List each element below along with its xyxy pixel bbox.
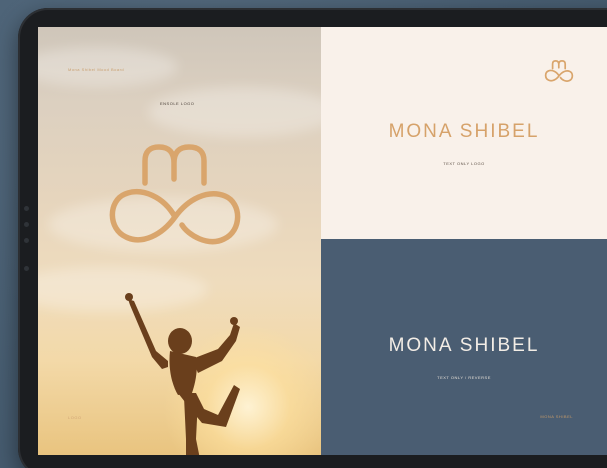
showcase-backdrop: Mona Shibel Mood Board ENSOLE LOGO LOGO … <box>0 0 607 468</box>
photo-footer-text: LOGO <box>68 415 82 420</box>
yoga-silhouette-photo <box>125 293 240 455</box>
tablet-side-dot <box>24 222 29 227</box>
right-column: MONA SHIBEL TEXT ONLY LOGO MONA SHIBEL T… <box>321 27 607 455</box>
tablet-side-dot <box>24 238 29 243</box>
brand-name-light: MONA SHIBEL <box>388 121 540 142</box>
photo-header-text: Mona Shibel Mood Board <box>68 67 125 72</box>
tablet-screen: Mona Shibel Mood Board ENSOLE LOGO LOGO … <box>38 27 607 455</box>
tablet-side-dot <box>24 206 29 211</box>
text-logo-caption: TEXT ONLY LOGO <box>443 161 485 166</box>
mona-monogram-icon <box>109 144 241 245</box>
tablet-side-dot <box>24 266 29 271</box>
brand-name-reverse: MONA SHIBEL <box>388 335 540 356</box>
reverse-logo-caption: TEXT ONLY / REVERSE <box>437 375 491 380</box>
logo-label: ENSOLE LOGO <box>160 101 195 106</box>
cloud <box>148 87 321 137</box>
photo-panel: Mona Shibel Mood Board ENSOLE LOGO LOGO <box>38 27 321 455</box>
